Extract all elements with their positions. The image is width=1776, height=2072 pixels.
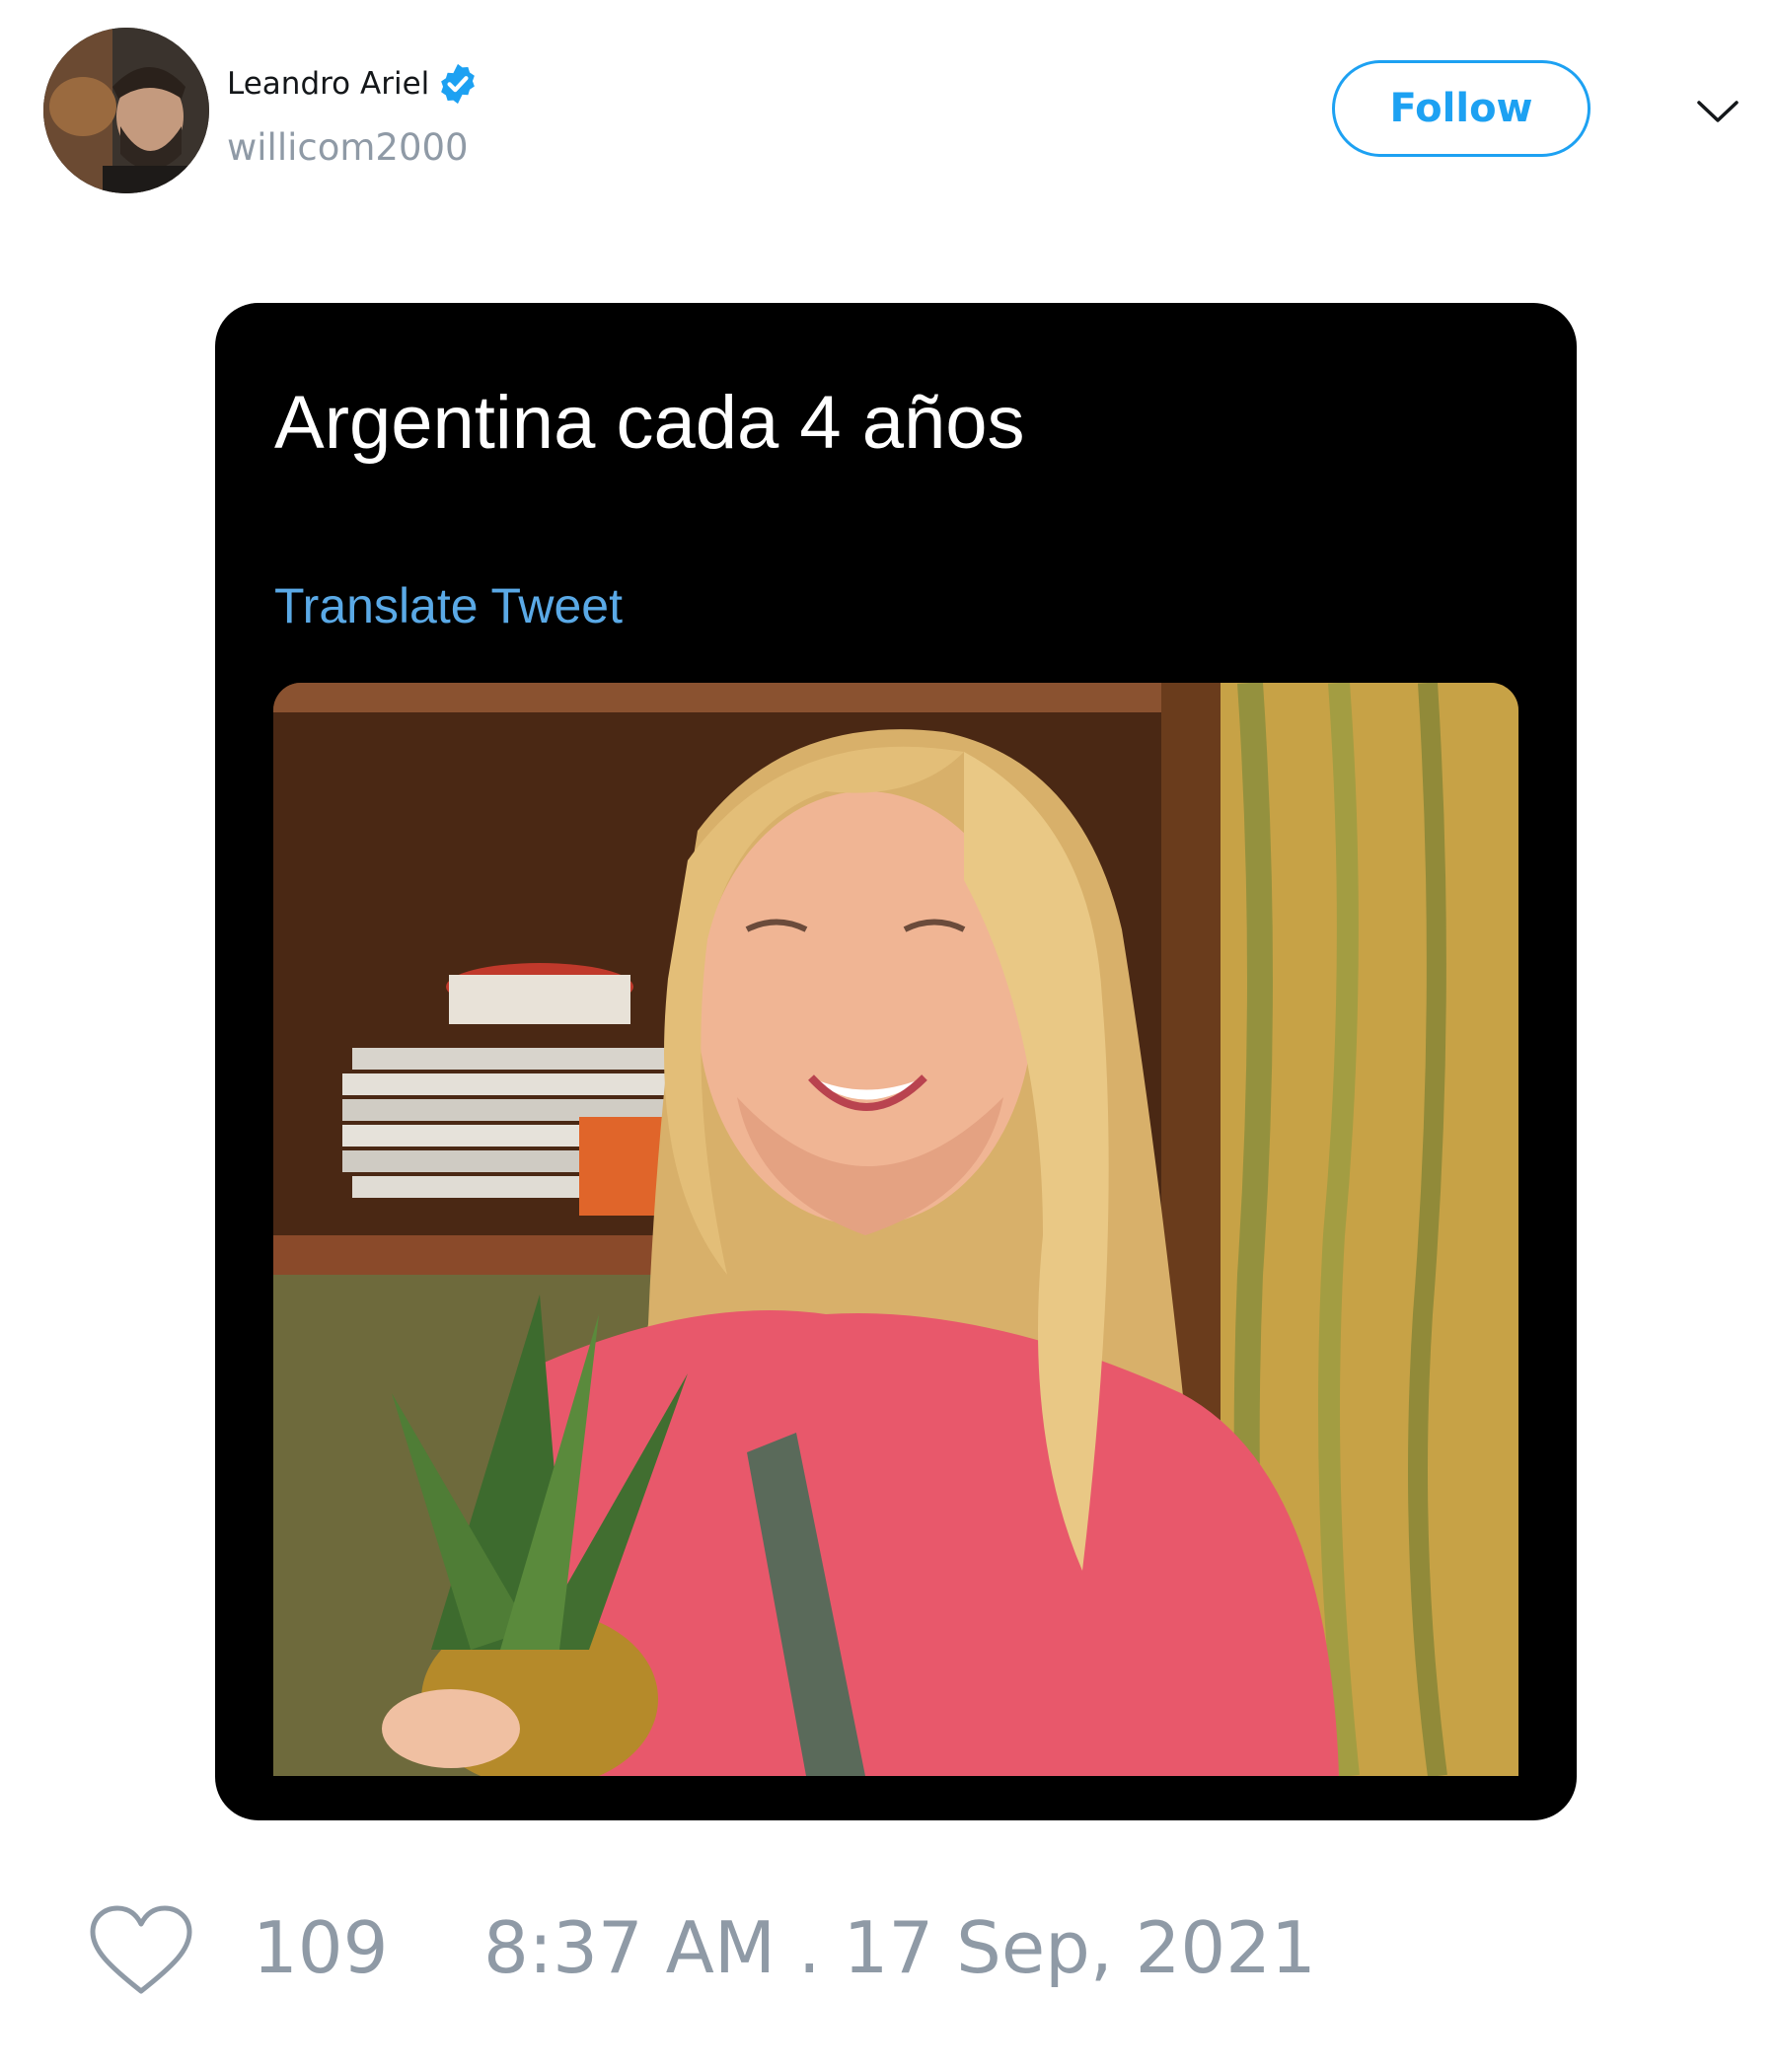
author-display-name[interactable]: Leandro Ariel — [227, 61, 481, 107]
tweet-timestamp[interactable]: 8:37 AM . 17 Sep, 2021 — [483, 1906, 1316, 1989]
avatar-photo — [43, 28, 209, 193]
heart-icon[interactable] — [89, 1904, 193, 1997]
avatar[interactable] — [43, 28, 209, 193]
chevron-down-icon[interactable] — [1693, 87, 1742, 136]
tweet-photo — [273, 683, 1518, 1776]
follow-button[interactable]: Follow — [1332, 60, 1591, 157]
author-handle[interactable]: willicom2000 — [227, 126, 469, 169]
verified-badge-icon — [435, 61, 481, 107]
embedded-tweet-text: Argentina cada 4 años — [274, 381, 1025, 465]
author-name-text: Leandro Ariel — [227, 66, 430, 102]
like-count: 109 — [253, 1906, 389, 1989]
tweet-media-card[interactable]: Argentina cada 4 años Translate Tweet — [215, 303, 1577, 1820]
translate-tweet-link: Translate Tweet — [274, 578, 623, 633]
